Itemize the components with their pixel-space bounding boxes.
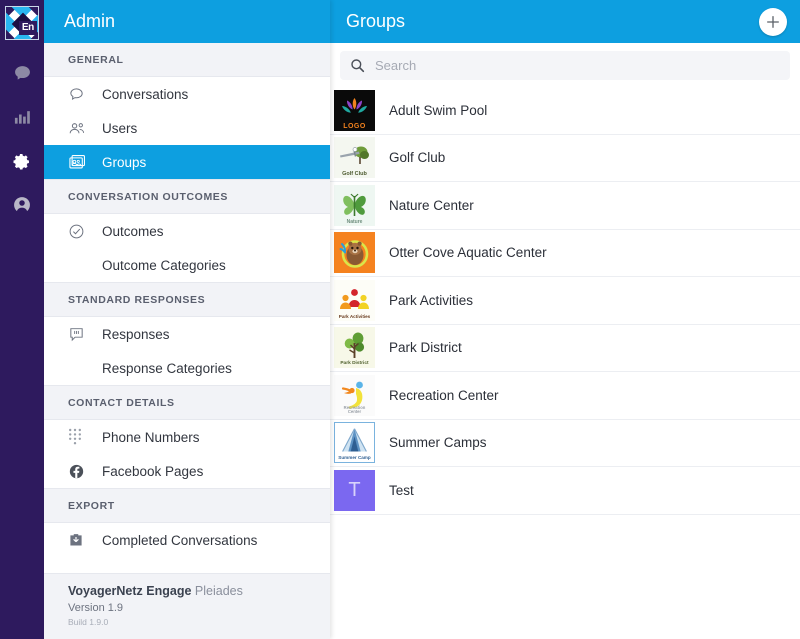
footer-edition: Pleiades [194, 584, 243, 598]
sidebar-item-label: Groups [102, 154, 147, 170]
group-row-test[interactable]: T Test [330, 467, 800, 515]
group-row-golf-club[interactable]: Golf Club Golf Club [330, 135, 800, 182]
sidebar-item-responses[interactable]: Responses [44, 317, 330, 351]
sidebar-item-completed-conversations[interactable]: Completed Conversations [44, 523, 330, 557]
rail-reports-bar-chart-icon[interactable] [0, 100, 44, 134]
sidebar-item-label: Users [102, 120, 138, 136]
lotus-logo-avatar: LOGO [334, 89, 375, 131]
groups-panel: Groups Search LOGO Adult Swim Pool Golf … [330, 0, 800, 639]
facebook-icon [68, 463, 90, 480]
sidebar-header: Admin [44, 0, 330, 43]
app-icon-rail: En [0, 0, 44, 639]
rail-conversations-icon[interactable] [0, 56, 44, 90]
rail-settings-gear-icon[interactable] [0, 144, 44, 178]
group-row-summer-camps[interactable]: Summer Camp Summer Camps [330, 420, 800, 467]
park-activities-people-avatar: Park Activities [334, 279, 375, 321]
sidebar-item-label: Outcome Categories [102, 257, 226, 273]
sidebar-item-groups[interactable]: Groups [44, 145, 330, 179]
group-name: Otter Cove Aquatic Center [389, 245, 547, 261]
sidebar-nav: GENERAL Conversations Users Groups CONVE… [44, 43, 330, 639]
group-name: Test [389, 482, 414, 498]
group-row-recreation-center[interactable]: Recreation Center Recreation Center [330, 372, 800, 420]
group-row-adult-swim-pool[interactable]: LOGO Adult Swim Pool [330, 87, 800, 135]
sidebar-item-label: Responses [102, 326, 170, 342]
group-name: Park District [389, 340, 462, 356]
footer-product-name: VoyagerNetz Engage Pleiades [68, 584, 330, 598]
group-row-park-district[interactable]: Park District Park District [330, 325, 800, 372]
group-row-nature-center[interactable]: Nature Nature Center [330, 182, 800, 230]
group-name: Golf Club [389, 150, 446, 166]
sidebar-item-facebook-pages[interactable]: Facebook Pages [44, 454, 330, 488]
logo-badge-text: En [18, 21, 37, 35]
sidebar-item-label: Conversations [102, 86, 189, 102]
download-box-icon [68, 532, 90, 548]
groups-list: LOGO Adult Swim Pool Golf Club Golf Club… [330, 87, 800, 639]
group-name: Nature Center [389, 197, 474, 213]
search-input[interactable] [375, 58, 780, 73]
sidebar-item-label: Phone Numbers [102, 429, 200, 445]
footer-product-bold: VoyagerNetz Engage [68, 584, 192, 598]
sidebar-item-users[interactable]: Users [44, 111, 330, 145]
check-circle-icon [68, 223, 90, 240]
group-name: Adult Swim Pool [389, 102, 488, 118]
search-box[interactable] [340, 51, 790, 80]
sidebar-item-label: Facebook Pages [102, 463, 204, 479]
add-group-button[interactable] [759, 7, 787, 36]
sidebar-item-label: Completed Conversations [102, 532, 258, 548]
sidebar-item-phone-numbers[interactable]: Phone Numbers [44, 420, 330, 454]
search-icon [351, 59, 365, 73]
park-district-tree-avatar: Park District [334, 327, 375, 369]
admin-groups-screen: En Admin GENERAL Conversations Users Gro… [0, 0, 800, 639]
admin-sidebar: Admin GENERAL Conversations Users Groups… [44, 0, 330, 639]
footer-build: Build 1.9.0 [68, 617, 109, 627]
sidebar-item-label: Outcomes [102, 223, 164, 239]
group-name: Recreation Center [389, 387, 499, 403]
conversation-bubble-icon [68, 86, 90, 103]
group-row-otter-cove-aquatic-center[interactable]: Otter Cove Aquatic Center [330, 230, 800, 277]
section-header-contact-details: CONTACT DETAILS [44, 385, 330, 420]
sidebar-footer: VoyagerNetz Engage Pleiades Version 1.9 … [44, 573, 330, 639]
group-name: Summer Camps [389, 435, 487, 451]
page-title: Admin [64, 11, 116, 31]
rail-account-user-icon[interactable] [0, 188, 44, 222]
butterfly-nature-avatar: Nature [334, 184, 375, 226]
section-header-export: EXPORT [44, 488, 330, 523]
section-header-standard-responses: STANDARD RESPONSES [44, 282, 330, 317]
quote-bubble-icon [68, 326, 90, 342]
sidebar-item-response-categories[interactable]: Response Categories [44, 351, 330, 385]
section-header-conversation-outcomes: CONVERSATION OUTCOMES [44, 179, 330, 214]
engage-logo[interactable]: En [5, 6, 39, 40]
sidebar-item-outcomes[interactable]: Outcomes [44, 214, 330, 248]
golf-club-avatar: Golf Club [334, 137, 375, 179]
letter-t-avatar: T [334, 469, 375, 511]
users-icon [68, 120, 90, 137]
section-header-general: GENERAL [44, 43, 330, 77]
recreation-center-avatar: Recreation Center [334, 374, 375, 416]
group-row-park-activities[interactable]: Park Activities Park Activities [330, 277, 800, 325]
plus-icon [767, 15, 779, 28]
summer-camp-tent-avatar: Summer Camp [334, 422, 375, 464]
otter-avatar [334, 232, 375, 274]
sidebar-item-conversations[interactable]: Conversations [44, 77, 330, 111]
groups-card-icon [68, 154, 90, 171]
footer-version: Version 1.9 [68, 602, 124, 614]
groups-title: Groups [346, 11, 406, 31]
search-area [330, 43, 800, 87]
sidebar-item-label: Response Categories [102, 360, 232, 376]
sidebar-item-outcome-categories[interactable]: Outcome Categories [44, 248, 330, 282]
groups-panel-header: Groups [330, 0, 800, 43]
group-name: Park Activities [389, 292, 474, 308]
dialpad-icon [68, 428, 90, 446]
